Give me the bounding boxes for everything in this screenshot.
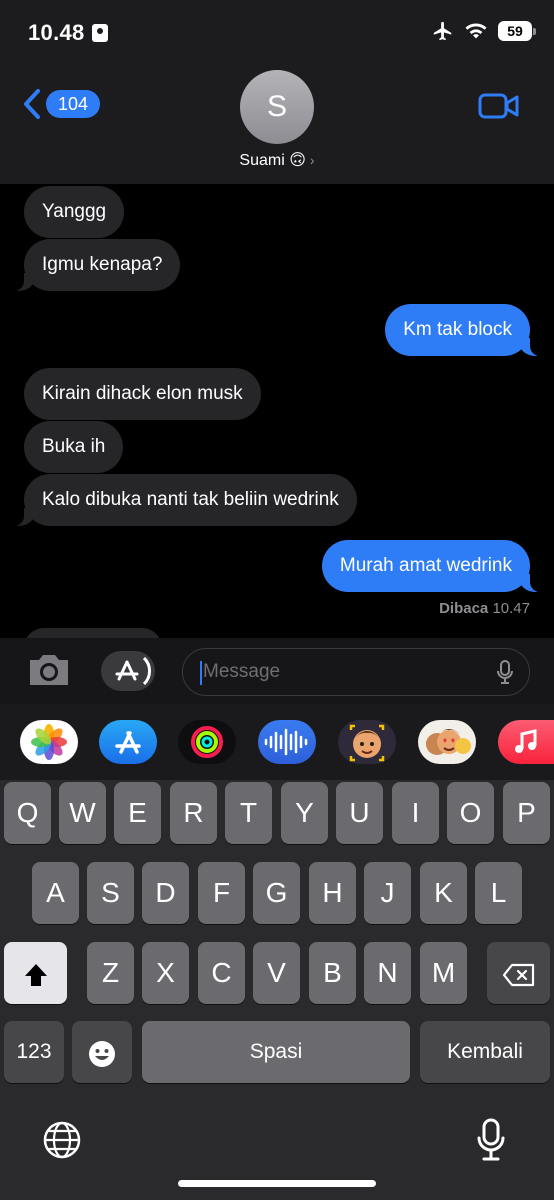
message-input[interactable] [203,649,483,695]
read-receipt-label: Dibaca [439,600,489,617]
wifi-icon [465,23,487,39]
shift-arrow-icon [24,963,47,986]
key-a[interactable]: A [32,862,79,924]
space-key[interactable]: Spasi [142,1021,410,1083]
return-key[interactable]: Kembali [420,1021,550,1083]
numbers-key[interactable]: 123 [4,1021,64,1083]
backspace-icon [502,963,534,986]
dictation-mic-icon[interactable] [497,660,513,684]
key-f[interactable]: F [198,862,245,924]
key-u[interactable]: U [336,782,383,844]
message-bubble-incoming[interactable]: Kirain dihack elon musk [24,368,261,420]
key-e[interactable]: E [114,782,161,844]
key-b[interactable]: B [309,942,356,1004]
emoji-icon [89,1040,115,1067]
music-icon[interactable] [498,720,554,764]
key-i[interactable]: I [392,782,439,844]
compose-bar [0,638,554,704]
key-m[interactable]: M [420,942,467,1004]
imessage-apps-row [0,704,554,780]
unread-count-badge: 104 [46,90,101,118]
chevron-right-icon: › [309,152,315,168]
key-j[interactable]: J [364,862,411,924]
message-bubble-outgoing[interactable]: Murah amat wedrink [321,540,543,592]
key-n[interactable]: N [364,942,411,1004]
shift-key[interactable] [4,942,67,1004]
key-q[interactable]: Q [4,782,51,844]
app-store-icon[interactable] [99,720,157,764]
contact-name-label: Suami 🙃 [239,152,306,169]
key-z[interactable]: Z [87,942,134,1004]
key-c[interactable]: C [198,942,245,1004]
key-d[interactable]: D [142,862,189,924]
key-r[interactable]: R [170,782,217,844]
memoji-stickers-icon[interactable] [418,720,476,764]
typing-bubble-partial [24,628,162,638]
activity-icon[interactable] [178,720,236,764]
text-caret [200,661,202,685]
video-call-icon[interactable] [478,92,520,120]
apps-drawer-button[interactable] [100,650,156,692]
message-bubble-incoming[interactable]: Kalo dibuka nanti tak beliin wedrink [12,474,357,526]
contact-avatar[interactable]: S [240,70,314,144]
message-bubble-incoming[interactable]: Yanggg [24,186,125,238]
read-receipt-time: 10.47 [492,600,530,617]
key-p[interactable]: P [503,782,550,844]
status-time: 10.48 [28,20,85,45]
key-o[interactable]: O [447,782,494,844]
memoji-icon[interactable] [338,720,396,764]
battery-indicator: 59 [498,21,536,41]
dictation-mic-icon[interactable] [476,1118,506,1162]
message-list[interactable]: Yanggg Igmu kenapa? Km tak block Kirain … [0,184,554,638]
airplane-icon [433,21,452,41]
key-y[interactable]: Y [281,782,328,844]
globe-icon[interactable] [42,1120,82,1160]
audio-message-icon[interactable] [258,720,316,764]
key-t[interactable]: T [225,782,272,844]
home-indicator[interactable] [178,1180,376,1187]
delete-key[interactable] [487,942,550,1004]
key-k[interactable]: K [420,862,467,924]
key-v[interactable]: V [253,942,300,1004]
back-button[interactable]: 104 [22,88,101,120]
key-h[interactable]: H [309,862,356,924]
camera-icon[interactable] [26,652,72,688]
emoji-key[interactable] [72,1021,132,1083]
key-w[interactable]: W [59,782,106,844]
key-l[interactable]: L [475,862,522,924]
chevron-left-icon [24,89,40,119]
message-bubble-outgoing[interactable]: Km tak block [385,304,542,356]
contact-name[interactable]: Suami 🙃 › [0,150,554,170]
message-bubble-incoming[interactable]: Igmu kenapa? [11,239,181,291]
photos-icon[interactable] [20,720,78,764]
conversation-header: 10.48 59 104 S Suami 🙃 › [0,0,554,184]
id-card-icon [92,24,108,42]
key-s[interactable]: S [87,862,134,924]
message-input-field[interactable] [182,648,530,696]
status-icons: 59 [432,20,536,42]
message-bubble-incoming[interactable]: Buka ih [24,421,124,473]
key-g[interactable]: G [253,862,300,924]
key-x[interactable]: X [142,942,189,1004]
read-receipt: Dibaca 10.47 [439,600,530,617]
